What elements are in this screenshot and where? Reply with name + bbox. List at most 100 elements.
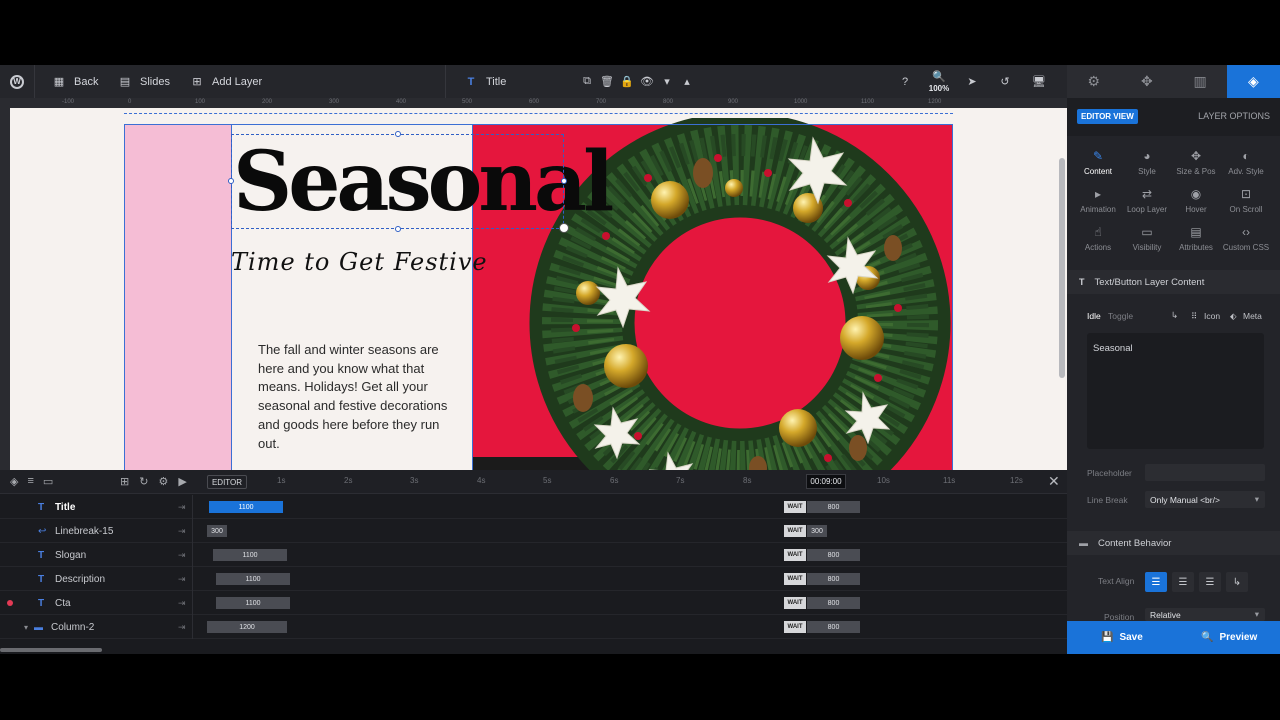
loop-icon[interactable]: ↻ <box>139 475 148 488</box>
wait-bar[interactable]: 800 <box>807 549 860 561</box>
line-break-select[interactable]: Only Manual <br/> ▾ <box>1145 491 1265 508</box>
option-hover[interactable]: ◉ Hover <box>1171 187 1221 214</box>
duplicate-icon[interactable]: ⧉ <box>580 75 594 89</box>
slogan-layer[interactable]: Time to Get Festive <box>231 248 488 276</box>
option-animation[interactable]: ▸ Animation <box>1073 187 1123 214</box>
position-select[interactable]: Relative ▾ <box>1145 608 1265 621</box>
tag-icon[interactable]: ⬖ <box>1230 311 1237 322</box>
grid-icon[interactable]: ⊞ <box>120 475 129 488</box>
grid-icon[interactable]: ⠿ <box>1191 311 1197 322</box>
icon-button[interactable]: Icon <box>1204 311 1220 321</box>
text-layer-section-header[interactable]: T Text/Button Layer Content <box>1067 270 1280 294</box>
wordpress-button[interactable]: W <box>10 65 24 98</box>
placeholder-input[interactable] <box>1145 464 1265 481</box>
resize-handle[interactable] <box>395 131 401 137</box>
slide-canvas[interactable]: Seasonal Time to Get Festive The fall an… <box>10 108 1057 470</box>
help-button[interactable]: ? <box>898 65 912 98</box>
tab-idle[interactable]: Idle <box>1087 311 1101 321</box>
option-custom-css[interactable]: ‹› Custom CSS <box>1221 225 1271 252</box>
section-title: Content Behavior <box>1098 537 1172 549</box>
preview-button[interactable]: 🔍 Preview <box>1201 621 1257 654</box>
wait-bar[interactable]: 800 <box>807 501 860 513</box>
animation-bar[interactable]: 300 <box>207 525 227 537</box>
settings-icon[interactable]: ⚙ <box>158 475 168 488</box>
animation-bar[interactable]: 1100 <box>213 549 287 561</box>
linebreak-icon[interactable]: ↳ <box>1171 310 1178 321</box>
animation-bar[interactable]: 1200 <box>207 621 287 633</box>
jump-icon[interactable]: ⇥ <box>178 550 186 561</box>
option-adv-style[interactable]: ◐ Adv. Style <box>1221 149 1271 176</box>
chevron-down-icon[interactable]: ▾ <box>24 623 28 632</box>
animation-bar[interactable]: 1100 <box>216 597 290 609</box>
close-icon[interactable]: ✕ <box>1048 473 1060 490</box>
jump-icon[interactable]: ⇥ <box>178 598 186 609</box>
content-behavior-section-header[interactable]: ▬ Content Behavior <box>1067 531 1280 555</box>
editor-tag[interactable]: EDITOR <box>207 475 247 489</box>
back-button[interactable]: ▦ Back <box>52 65 99 98</box>
ruler-mark: 1100 <box>861 99 874 105</box>
undo-button[interactable]: ↺ <box>998 65 1012 98</box>
device-button[interactable]: 🖥 <box>1032 65 1046 98</box>
save-button[interactable]: 💾 Save <box>1101 621 1143 654</box>
jump-icon[interactable]: ⇥ <box>178 502 186 513</box>
jump-icon[interactable]: ⇥ <box>178 574 186 585</box>
option-style[interactable]: ◕ Style <box>1122 149 1172 176</box>
scale-handle-icon[interactable] <box>559 223 569 233</box>
folder-icon[interactable]: ▭ <box>43 475 53 488</box>
play-icon[interactable]: ▶ <box>178 475 186 488</box>
chevron-down-icon[interactable]: ▾ <box>660 75 674 89</box>
tab-slide[interactable]: ▥ <box>1174 65 1227 98</box>
wait-bar[interactable]: 300 <box>807 525 827 537</box>
current-time[interactable]: 00:09:00 <box>806 474 846 489</box>
lock-icon[interactable]: 🔒 <box>620 75 634 89</box>
option-visibility[interactable]: ▭ Visibility <box>1122 225 1172 252</box>
layers-icon[interactable]: ◈ <box>10 475 18 488</box>
timeline-row[interactable]: T Cta ⇥ 1100 WAIT 800 <box>0 591 1067 615</box>
animation-bar[interactable]: 1100 <box>209 501 283 513</box>
resize-handle[interactable] <box>561 178 567 184</box>
zoom-button[interactable]: 🔍 <box>932 65 946 98</box>
content-textarea[interactable]: Seasonal <box>1087 333 1264 449</box>
meta-button[interactable]: Meta <box>1243 311 1262 321</box>
align-inherit-button[interactable]: ↳ <box>1226 572 1248 592</box>
option-actions[interactable]: ☝ Actions <box>1073 225 1123 252</box>
option-attributes[interactable]: ▤ Attributes <box>1171 225 1221 252</box>
option-on-scroll[interactable]: ⊡ On Scroll <box>1221 187 1271 214</box>
wait-bar[interactable]: 800 <box>807 621 860 633</box>
chevron-up-icon[interactable]: ▴ <box>680 75 694 89</box>
eye-icon[interactable]: 👁 <box>640 75 654 89</box>
tab-settings[interactable]: ⚙ <box>1067 65 1120 98</box>
timeline-row[interactable]: ↩ Linebreak-15 ⇥ 300 WAIT 300 <box>0 519 1067 543</box>
description-layer[interactable]: The fall and winter seasons are here and… <box>258 341 458 453</box>
list-icon[interactable]: ≡ <box>27 475 33 488</box>
timeline-scrollbar[interactable] <box>0 648 102 652</box>
add-layer-button[interactable]: ⊞ Add Layer <box>190 65 262 98</box>
option-loop-layer[interactable]: ⇄ Loop Layer <box>1122 187 1172 214</box>
wait-bar[interactable]: 800 <box>807 597 860 609</box>
editor-view-badge[interactable]: EDITOR VIEW <box>1077 109 1138 124</box>
timeline-row[interactable]: ▾ ▬ Column-2 ⇥ 1200 WAIT 800 <box>0 615 1067 639</box>
timeline-row[interactable]: T Slogan ⇥ 1100 WAIT 800 <box>0 543 1067 567</box>
animation-bar[interactable]: 1100 <box>216 573 290 585</box>
tab-layers[interactable]: ◈ <box>1226 65 1280 98</box>
option-size-pos[interactable]: ✥ Size & Pos <box>1171 149 1221 176</box>
align-left-button[interactable]: ☰ <box>1145 572 1167 592</box>
align-right-button[interactable]: ☰ <box>1199 572 1221 592</box>
option-content[interactable]: ✎ Content <box>1073 149 1123 176</box>
tab-navigation[interactable]: ✥ <box>1120 65 1173 98</box>
canvas-scrollbar[interactable] <box>1057 108 1067 470</box>
jump-icon[interactable]: ⇥ <box>178 526 186 537</box>
resize-handle[interactable] <box>395 226 401 232</box>
timeline-row[interactable]: T Description ⇥ 1100 WAIT 800 <box>0 567 1067 591</box>
pointer-button[interactable]: ➤ <box>965 65 979 98</box>
slides-button[interactable]: ▤ Slides <box>118 65 170 98</box>
align-center-button[interactable]: ☰ <box>1172 572 1194 592</box>
layer-selector[interactable]: T Title <box>464 65 507 98</box>
trash-icon[interactable]: 🗑 <box>600 75 614 89</box>
resize-handle[interactable] <box>228 178 234 184</box>
tab-toggle[interactable]: Toggle <box>1108 311 1133 321</box>
scrollbar-thumb[interactable] <box>1059 158 1065 378</box>
timeline-row[interactable]: T Title ⇥ 1100 WAIT 800 <box>0 495 1067 519</box>
wait-bar[interactable]: 800 <box>807 573 860 585</box>
jump-icon[interactable]: ⇥ <box>178 622 186 633</box>
